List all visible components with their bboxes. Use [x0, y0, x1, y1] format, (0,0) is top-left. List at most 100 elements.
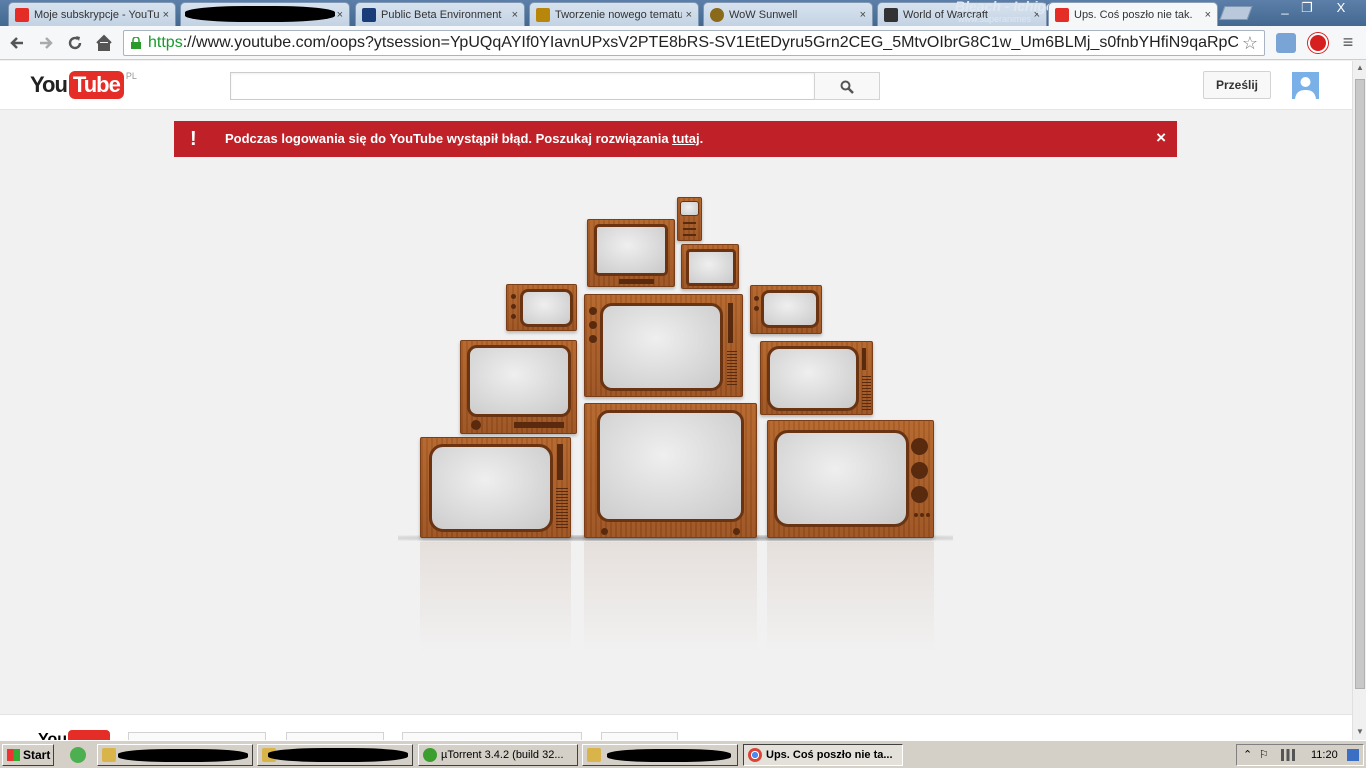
tab-close-icon[interactable]: × — [512, 9, 518, 21]
windows-taskbar: Start µTorrent 3.4.2 (build 32... Ups. C… — [0, 740, 1366, 768]
close-window-button[interactable]: X — [1326, 0, 1356, 16]
scroll-up-icon[interactable]: ▲ — [1355, 63, 1365, 72]
logo-region: PL — [125, 71, 137, 81]
scrollbar-thumb[interactable] — [1355, 79, 1365, 689]
tab-title: Moje subskrypcje - YouTube — [34, 8, 159, 21]
youtube-icon — [1055, 7, 1069, 22]
vertical-scrollbar[interactable]: ▲ ▼ — [1352, 61, 1366, 740]
scroll-down-icon[interactable]: ▼ — [1355, 727, 1365, 736]
new-tab-button[interactable] — [1219, 6, 1253, 20]
action-center-flag-icon[interactable]: ⚐ — [1259, 748, 1269, 761]
tab-close-icon[interactable]: × — [1205, 9, 1211, 21]
tv-bottom-left — [420, 437, 571, 538]
restore-button[interactable]: ❐ — [1292, 0, 1322, 16]
tv-tiny — [677, 197, 702, 241]
taskbar-item-utorrent[interactable]: µTorrent 3.4.2 (build 32... — [418, 744, 578, 766]
tv-top-right — [681, 244, 739, 289]
tv-left-small — [506, 284, 577, 331]
tab-new-topic[interactable]: Tworzenie nowego tematu × — [529, 2, 699, 26]
extension-icon[interactable] — [1276, 33, 1296, 53]
tv-bottom-center — [584, 403, 757, 538]
search-button[interactable] — [814, 72, 880, 100]
upload-button[interactable]: Prześlij — [1203, 71, 1271, 99]
tv-reflection — [420, 542, 571, 652]
youtube-icon — [15, 7, 29, 22]
default-avatar-icon — [1295, 77, 1316, 99]
tv-left-middle — [460, 340, 577, 434]
url-text: https://www.youtube.com/oops?ytsession=Y… — [148, 34, 1238, 52]
tab-close-icon[interactable]: × — [686, 9, 692, 21]
footer-button[interactable] — [402, 732, 582, 740]
tab-redacted[interactable]: × — [180, 2, 350, 26]
tv-bottom-right — [767, 420, 934, 538]
tab-close-icon[interactable]: × — [337, 9, 343, 21]
lock-icon — [131, 37, 141, 49]
url-path: ://www.youtube.com/oops?ytsession=YpUQqA… — [182, 34, 1238, 51]
wow-icon — [710, 7, 724, 22]
browser-tab-strip: Moje subskrypcje - YouTube × × Public Be… — [0, 0, 1366, 26]
windows-logo-icon — [7, 749, 20, 761]
tab-close-icon[interactable]: × — [860, 9, 866, 21]
search-input[interactable] — [230, 72, 815, 100]
home-icon — [96, 34, 112, 51]
start-button[interactable]: Start — [2, 744, 54, 766]
tab-youtube-oops[interactable]: Ups. Coś poszło nie tak. × — [1048, 2, 1218, 26]
banner-close-icon[interactable]: × — [1156, 128, 1166, 148]
tab-title: Public Beta Environment — [381, 8, 502, 21]
youtube-logo[interactable]: You Tube PL — [30, 71, 137, 101]
network-icon[interactable] — [1281, 749, 1295, 761]
redaction-scribble — [185, 6, 335, 22]
home-button[interactable] — [94, 33, 114, 53]
tv-right-small — [750, 285, 822, 334]
chrome-icon — [748, 748, 762, 762]
search-icon — [840, 80, 854, 94]
forward-button[interactable] — [36, 33, 56, 53]
taskbar-item-folder[interactable] — [257, 744, 413, 766]
tab-close-icon[interactable]: × — [163, 9, 169, 21]
folder-icon — [102, 748, 116, 762]
footer-logo-tube — [68, 730, 110, 740]
footer-button[interactable] — [128, 732, 266, 740]
back-button[interactable] — [7, 33, 27, 53]
logo-you: You — [30, 72, 68, 97]
menu-icon[interactable]: ≡ — [1338, 33, 1358, 53]
clock[interactable]: 11:20 — [1311, 749, 1338, 761]
tab-wow-sunwell[interactable]: WoW Sunwell × — [703, 2, 873, 26]
quicklaunch-icon[interactable] — [70, 747, 86, 763]
tab-title: Tworzenie nowego tematu — [555, 8, 682, 21]
tab-title: WoW Sunwell — [729, 8, 798, 21]
bookmark-star-icon[interactable]: ☆ — [1242, 33, 1258, 54]
tab-subscriptions[interactable]: Moje subskrypcje - YouTube × — [8, 2, 176, 26]
error-message: Podczas logowania się do YouTube wystąpi… — [225, 131, 703, 146]
tray-expand-icon[interactable]: ⌃ — [1243, 748, 1252, 761]
taskbar-item-chrome[interactable]: Ups. Coś poszło nie ta... — [743, 744, 903, 766]
wallpaper-watermark-sub: www.superanimes — [958, 14, 1032, 24]
footer-logo: You — [38, 731, 68, 740]
folder-icon — [587, 748, 601, 762]
address-bar[interactable]: https://www.youtube.com/oops?ytsession=Y… — [123, 30, 1265, 56]
back-arrow-icon — [10, 37, 23, 49]
footer-button[interactable] — [601, 732, 678, 740]
taskbar-item-label: Ups. Coś poszło nie ta... — [766, 749, 893, 761]
redaction-scribble — [118, 749, 248, 762]
page-footer-peek: You — [0, 714, 1352, 740]
broken-tvs-illustration — [390, 190, 960, 660]
taskbar-item-folder[interactable] — [582, 744, 738, 766]
tab-public-beta[interactable]: Public Beta Environment × — [355, 2, 525, 26]
help-link[interactable]: tutaj — [672, 131, 699, 146]
avatar[interactable] — [1292, 72, 1319, 99]
reload-button[interactable] — [65, 33, 85, 53]
error-banner: ! Podczas logowania się do YouTube wystą… — [174, 121, 1177, 157]
redaction-scribble — [607, 749, 731, 762]
spoiler-icon — [884, 7, 898, 22]
show-desktop-icon[interactable] — [1347, 749, 1359, 761]
tv-center-middle — [584, 294, 743, 397]
url-scheme: https — [148, 34, 183, 51]
tv-top-left — [587, 219, 675, 287]
adblock-icon[interactable] — [1308, 33, 1328, 53]
redaction-scribble — [268, 748, 408, 762]
taskbar-item-folder[interactable] — [97, 744, 253, 766]
forum-icon — [536, 7, 550, 22]
tv-right-middle — [760, 341, 873, 415]
footer-button[interactable] — [286, 732, 384, 740]
